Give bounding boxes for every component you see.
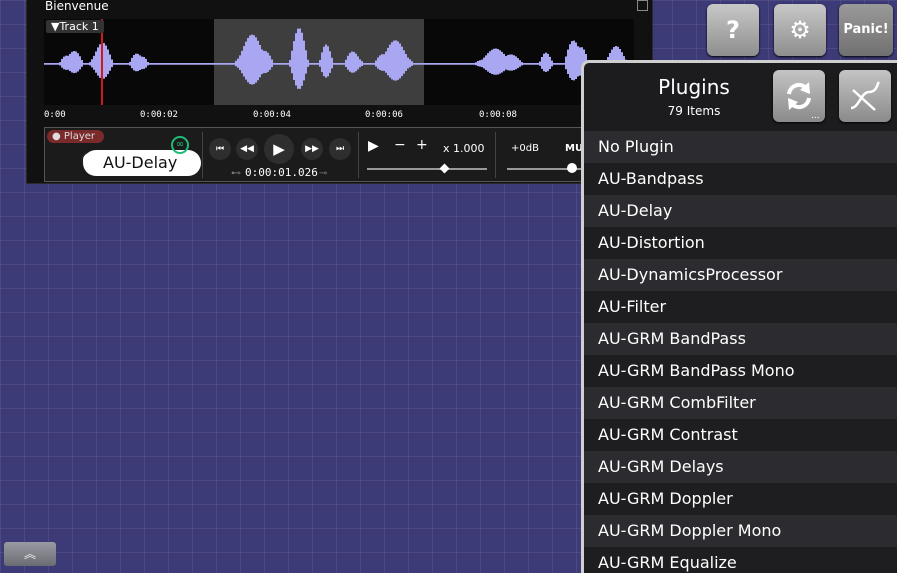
waveform-graphic — [44, 19, 634, 105]
plugin-name-tooltip: AU-Delay — [83, 150, 201, 176]
ruler-tick: 0:00:02 — [140, 110, 178, 120]
refresh-button[interactable]: ... — [773, 70, 825, 122]
expand-up-button[interactable]: ︽ — [4, 542, 56, 566]
plugin-item[interactable]: AU-GRM Doppler — [584, 483, 897, 515]
loop-end-icon[interactable]: ⊸ — [319, 168, 327, 179]
player-badge[interactable]: ● Player — [47, 130, 105, 143]
speed-up-button[interactable]: + — [416, 137, 428, 153]
plugin-item[interactable]: AU-Filter — [584, 291, 897, 323]
ruler-tick: 0:00:06 — [365, 110, 403, 120]
help-button[interactable]: ? — [707, 4, 759, 56]
speed-down-button[interactable]: − — [394, 137, 406, 153]
plugin-item[interactable]: AU-GRM Contrast — [584, 419, 897, 451]
speed-value: x 1.000 — [443, 142, 485, 155]
plugin-item[interactable]: AU-Bandpass — [584, 163, 897, 195]
time-ruler: 0:00 0:00:02 0:00:04 0:00:06 0:00:08 — [44, 107, 634, 125]
divider — [495, 132, 496, 178]
ruler-tick: 0:00 — [44, 110, 66, 120]
curve-icon — [850, 81, 881, 111]
track-label[interactable]: ▼Track 1 — [46, 20, 104, 33]
plugin-item[interactable]: AU-Delay — [584, 195, 897, 227]
plugin-item[interactable]: AU-GRM BandPass Mono — [584, 355, 897, 387]
plugin-item[interactable]: AU-GRM BandPass — [584, 323, 897, 355]
ruler-tick: 0:00:08 — [479, 110, 517, 120]
loop-start-icon[interactable]: ⊷ — [231, 168, 241, 179]
transport-bar: ● Player AU-Delay ∞ ⏮ ◀◀ ▶ ▶▶ ⏭ ⊷ 0:00:0… — [44, 127, 644, 182]
plugin-item[interactable]: AU-Distortion — [584, 227, 897, 259]
plugin-item[interactable]: AU-DynamicsProcessor — [584, 259, 897, 291]
window-resize-icon[interactable] — [637, 0, 648, 11]
time-display: 0:00:01.026 — [245, 166, 318, 179]
refresh-icon: ... — [787, 82, 820, 121]
gain-slider-knob[interactable] — [567, 163, 577, 173]
divider — [358, 132, 359, 178]
skip-end-button[interactable]: ⏭ — [329, 138, 351, 160]
plugin-item[interactable]: AU-GRM Delays — [584, 451, 897, 483]
speed-slider-knob[interactable] — [439, 163, 450, 174]
plugin-list: No Plugin AU-Bandpass AU-Delay AU-Distor… — [584, 131, 897, 573]
divider — [202, 132, 203, 178]
plugin-item[interactable]: AU-GRM Equalize — [584, 547, 897, 573]
curve-button[interactable] — [839, 70, 891, 122]
double-chevron-up-icon: ︽ — [23, 547, 36, 561]
plugins-panel: Plugins 79 Items ... No Plugin AU-Bandpa… — [581, 60, 897, 573]
plugins-count: 79 Items — [667, 104, 721, 118]
waveform-view[interactable]: ▼Track 1 — [44, 19, 634, 105]
window-title: Bienvenue — [45, 0, 109, 13]
plugin-item[interactable]: AU-GRM Doppler Mono — [584, 515, 897, 547]
play-button[interactable]: ▶ — [264, 134, 294, 164]
panic-button[interactable]: Panic! — [839, 4, 893, 56]
link-icon[interactable]: ∞ — [171, 136, 189, 154]
rewind-button[interactable]: ◀◀ — [236, 138, 258, 160]
skip-start-button[interactable]: ⏮ — [209, 138, 231, 160]
plugins-title: Plugins — [658, 75, 730, 99]
svg-text:...: ... — [811, 111, 820, 121]
speed-slider[interactable] — [367, 168, 487, 170]
ruler-tick: 0:00:04 — [253, 110, 291, 120]
gain-value: +0dB — [511, 143, 539, 154]
plugin-item[interactable]: AU-GRM CombFilter — [584, 387, 897, 419]
plugin-item[interactable]: No Plugin — [584, 131, 897, 163]
track-window: Bienvenue ▼Track 1 0:00 0:00:02 0:00:04 … — [26, 0, 653, 184]
settings-button[interactable]: ⚙ — [774, 4, 826, 56]
fast-forward-button[interactable]: ▶▶ — [301, 138, 323, 160]
direction-icon[interactable]: ▶ — [368, 138, 379, 154]
